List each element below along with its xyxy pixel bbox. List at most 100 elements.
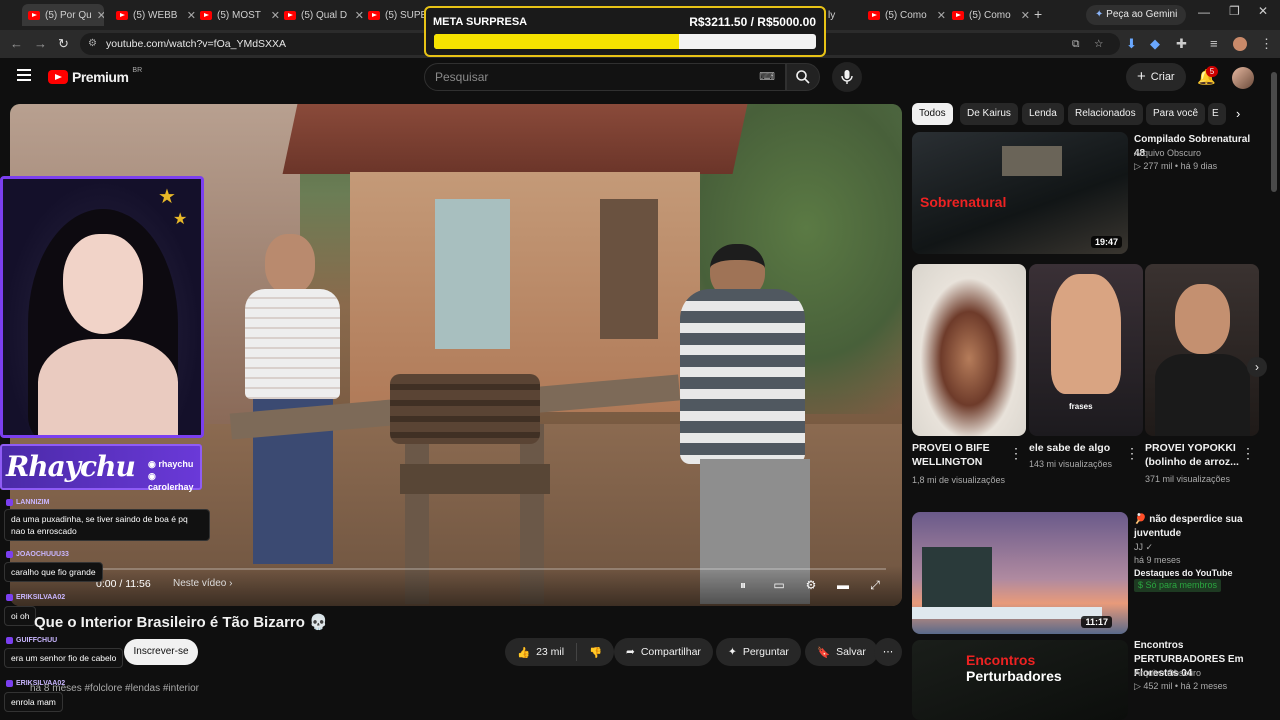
youtube-header: Premium BR Pesquisar ⌨ + Criar 🔔 5	[0, 58, 1280, 98]
browser-tab[interactable]: (5) Por Qu ✕	[22, 4, 104, 26]
browser-tab[interactable]: (5) MOST ✕	[200, 4, 280, 26]
forward-arrow-icon[interactable]: →	[34, 36, 47, 51]
profile-avatar[interactable]	[1233, 37, 1247, 51]
keyboard-icon[interactable]: ⌨	[759, 64, 775, 90]
star-decoration-icon: ★	[173, 211, 188, 228]
short-thumbnail[interactable]	[912, 264, 1026, 436]
browser-tab[interactable]: (5) WEBB ✕	[116, 4, 196, 26]
video-thumbnail[interactable]: Sobrenatural 19:47	[912, 132, 1128, 254]
chapter-button[interactable]: Neste vídeo ›	[173, 578, 232, 589]
install-app-icon[interactable]: ⧉	[1072, 33, 1080, 55]
maximize-icon[interactable]: ❐	[1229, 4, 1240, 18]
goal-progress-fill	[434, 34, 680, 49]
search-button[interactable]	[786, 63, 820, 91]
close-tab-icon[interactable]: ✕	[937, 9, 946, 22]
download-icon[interactable]: ⬇	[1126, 36, 1137, 52]
fullscreen-icon[interactable]: ⤢	[866, 576, 884, 594]
streamer-webcam: ★ ★	[0, 176, 204, 438]
goal-progress-bar	[434, 34, 816, 49]
browser-tab[interactable]: ly	[828, 4, 848, 26]
gemini-button[interactable]: ✦ Peça ao Gemini	[1086, 5, 1187, 25]
browser-tab[interactable]: (5) SUPER	[368, 4, 424, 26]
browser-menu-icon[interactable]: ⋮	[1260, 36, 1273, 52]
video-stats: ▷ 452 mil • há 2 meses	[1134, 681, 1228, 691]
subtitles-icon[interactable]: ▭	[770, 576, 788, 594]
chat-message: oi oh	[4, 606, 37, 626]
pause-icon[interactable]: ⏸	[734, 576, 752, 594]
chip-relacionados[interactable]: Relacionados	[1068, 103, 1143, 125]
new-tab-icon[interactable]: +	[1034, 6, 1042, 22]
more-options-icon[interactable]: ⋮	[1125, 445, 1139, 462]
back-arrow-icon[interactable]: ←	[10, 36, 23, 51]
youtube-favicon-icon	[284, 10, 296, 20]
share-button[interactable]: ➦ Compartilhar	[614, 638, 713, 666]
shorts-next-chevron-icon[interactable]: ›	[1247, 357, 1267, 377]
settings-gear-icon[interactable]: ⚙	[802, 576, 820, 594]
channel-name[interactable]: Arquivo Obscuro	[1134, 147, 1201, 160]
short-thumbnail[interactable]: frases	[1029, 264, 1143, 436]
notification-count-badge: 5	[1206, 66, 1218, 77]
subscribe-button[interactable]: Inscrever-se	[124, 639, 198, 665]
short-thumbnail[interactable]	[1145, 264, 1259, 436]
chat-message: era um senhor fio de cabelo	[4, 648, 124, 668]
more-actions-button[interactable]: ⋯	[874, 638, 902, 666]
channel-name[interactable]: JJ ✓	[1134, 541, 1153, 554]
account-avatar[interactable]	[1232, 67, 1254, 89]
extensions-puzzle-icon[interactable]: ✚	[1176, 36, 1187, 52]
short-views: 1,8 mi de visualizações	[912, 475, 1006, 485]
like-button[interactable]: 👍 23 mil	[505, 643, 578, 661]
minimize-icon[interactable]: —	[1198, 5, 1210, 19]
site-info-icon[interactable]: ⚙	[88, 33, 97, 55]
theater-mode-icon[interactable]: ▬	[834, 576, 852, 594]
chips-next-chevron-icon[interactable]: ›	[1236, 106, 1240, 121]
browser-tab[interactable]: (5) Qual D ✕	[284, 4, 364, 26]
donation-goal-widget: META SURPRESA R$3211.50 / R$5000.00	[424, 6, 826, 57]
youtube-logo-icon	[48, 70, 68, 84]
browser-tab[interactable]: (5) Como ✕	[868, 4, 946, 26]
youtube-favicon-icon	[952, 10, 964, 20]
page-scrollbar[interactable]	[1271, 72, 1277, 192]
create-button[interactable]: + Criar	[1126, 63, 1186, 91]
bookmark-star-icon[interactable]: ☆	[1094, 33, 1103, 55]
video-date: há 9 meses	[1134, 555, 1181, 565]
chip-more[interactable]: E	[1208, 103, 1226, 125]
extension-icon[interactable]: ◆	[1150, 36, 1160, 52]
more-options-icon[interactable]: ⋮	[1241, 445, 1255, 462]
video-duration: 19:47	[1090, 236, 1122, 248]
more-options-icon[interactable]: ⋮	[1009, 445, 1023, 462]
menu-hamburger-icon[interactable]	[17, 69, 31, 81]
video-thumbnail[interactable]: Encontros Perturbadores	[912, 640, 1128, 720]
youtube-premium-logo[interactable]: Premium BR	[48, 67, 142, 85]
video-frame-window	[435, 199, 510, 349]
short-title[interactable]: PROVEI O BIFE WELLINGTON	[912, 441, 1007, 469]
close-tab-icon[interactable]: ✕	[187, 9, 196, 22]
search-input[interactable]: Pesquisar ⌨	[424, 63, 786, 91]
chip-para-voce[interactable]: Para você	[1146, 103, 1206, 125]
short-title[interactable]: PROVEI YOPOKKI (bolinho de arroz...	[1145, 441, 1240, 469]
chip-de-kairus[interactable]: De Kairus	[960, 103, 1018, 125]
close-tab-icon[interactable]: ✕	[97, 9, 104, 22]
chat-message: da uma puxadinha, se tiver saindo de boa…	[4, 509, 210, 541]
player-time: 0:00 / 11:56	[96, 578, 151, 590]
player-progress-bar[interactable]	[96, 568, 886, 570]
short-title[interactable]: ele sabe de algo	[1029, 441, 1124, 455]
tab-search-icon[interactable]: ≡	[1210, 36, 1218, 51]
close-window-icon[interactable]: ✕	[1258, 4, 1268, 18]
chip-lenda[interactable]: Lenda	[1022, 103, 1064, 125]
close-tab-icon[interactable]: ✕	[271, 9, 280, 22]
ask-button[interactable]: ✦ Perguntar	[716, 638, 801, 666]
gemini-sparkle-icon: ✦	[1095, 9, 1104, 20]
voice-search-button[interactable]	[832, 62, 862, 92]
channel-name[interactable]: Arquivo Obscuro	[1134, 667, 1201, 680]
chat-username: LANNIZIM	[6, 499, 49, 506]
youtube-favicon-icon	[868, 10, 880, 20]
close-tab-icon[interactable]: ✕	[1021, 9, 1030, 22]
save-button[interactable]: 🔖 Salvar	[805, 638, 878, 666]
video-thumbnail[interactable]: 11:17	[912, 512, 1128, 634]
close-tab-icon[interactable]: ✕	[355, 9, 364, 22]
video-title[interactable]: 🏓 não desperdice sua juventude	[1134, 513, 1264, 541]
dislike-button[interactable]: 👎	[577, 646, 614, 659]
browser-tab[interactable]: (5) Como ✕	[952, 4, 1030, 26]
chip-all[interactable]: Todos	[912, 103, 953, 125]
reload-icon[interactable]: ↻	[58, 36, 69, 52]
